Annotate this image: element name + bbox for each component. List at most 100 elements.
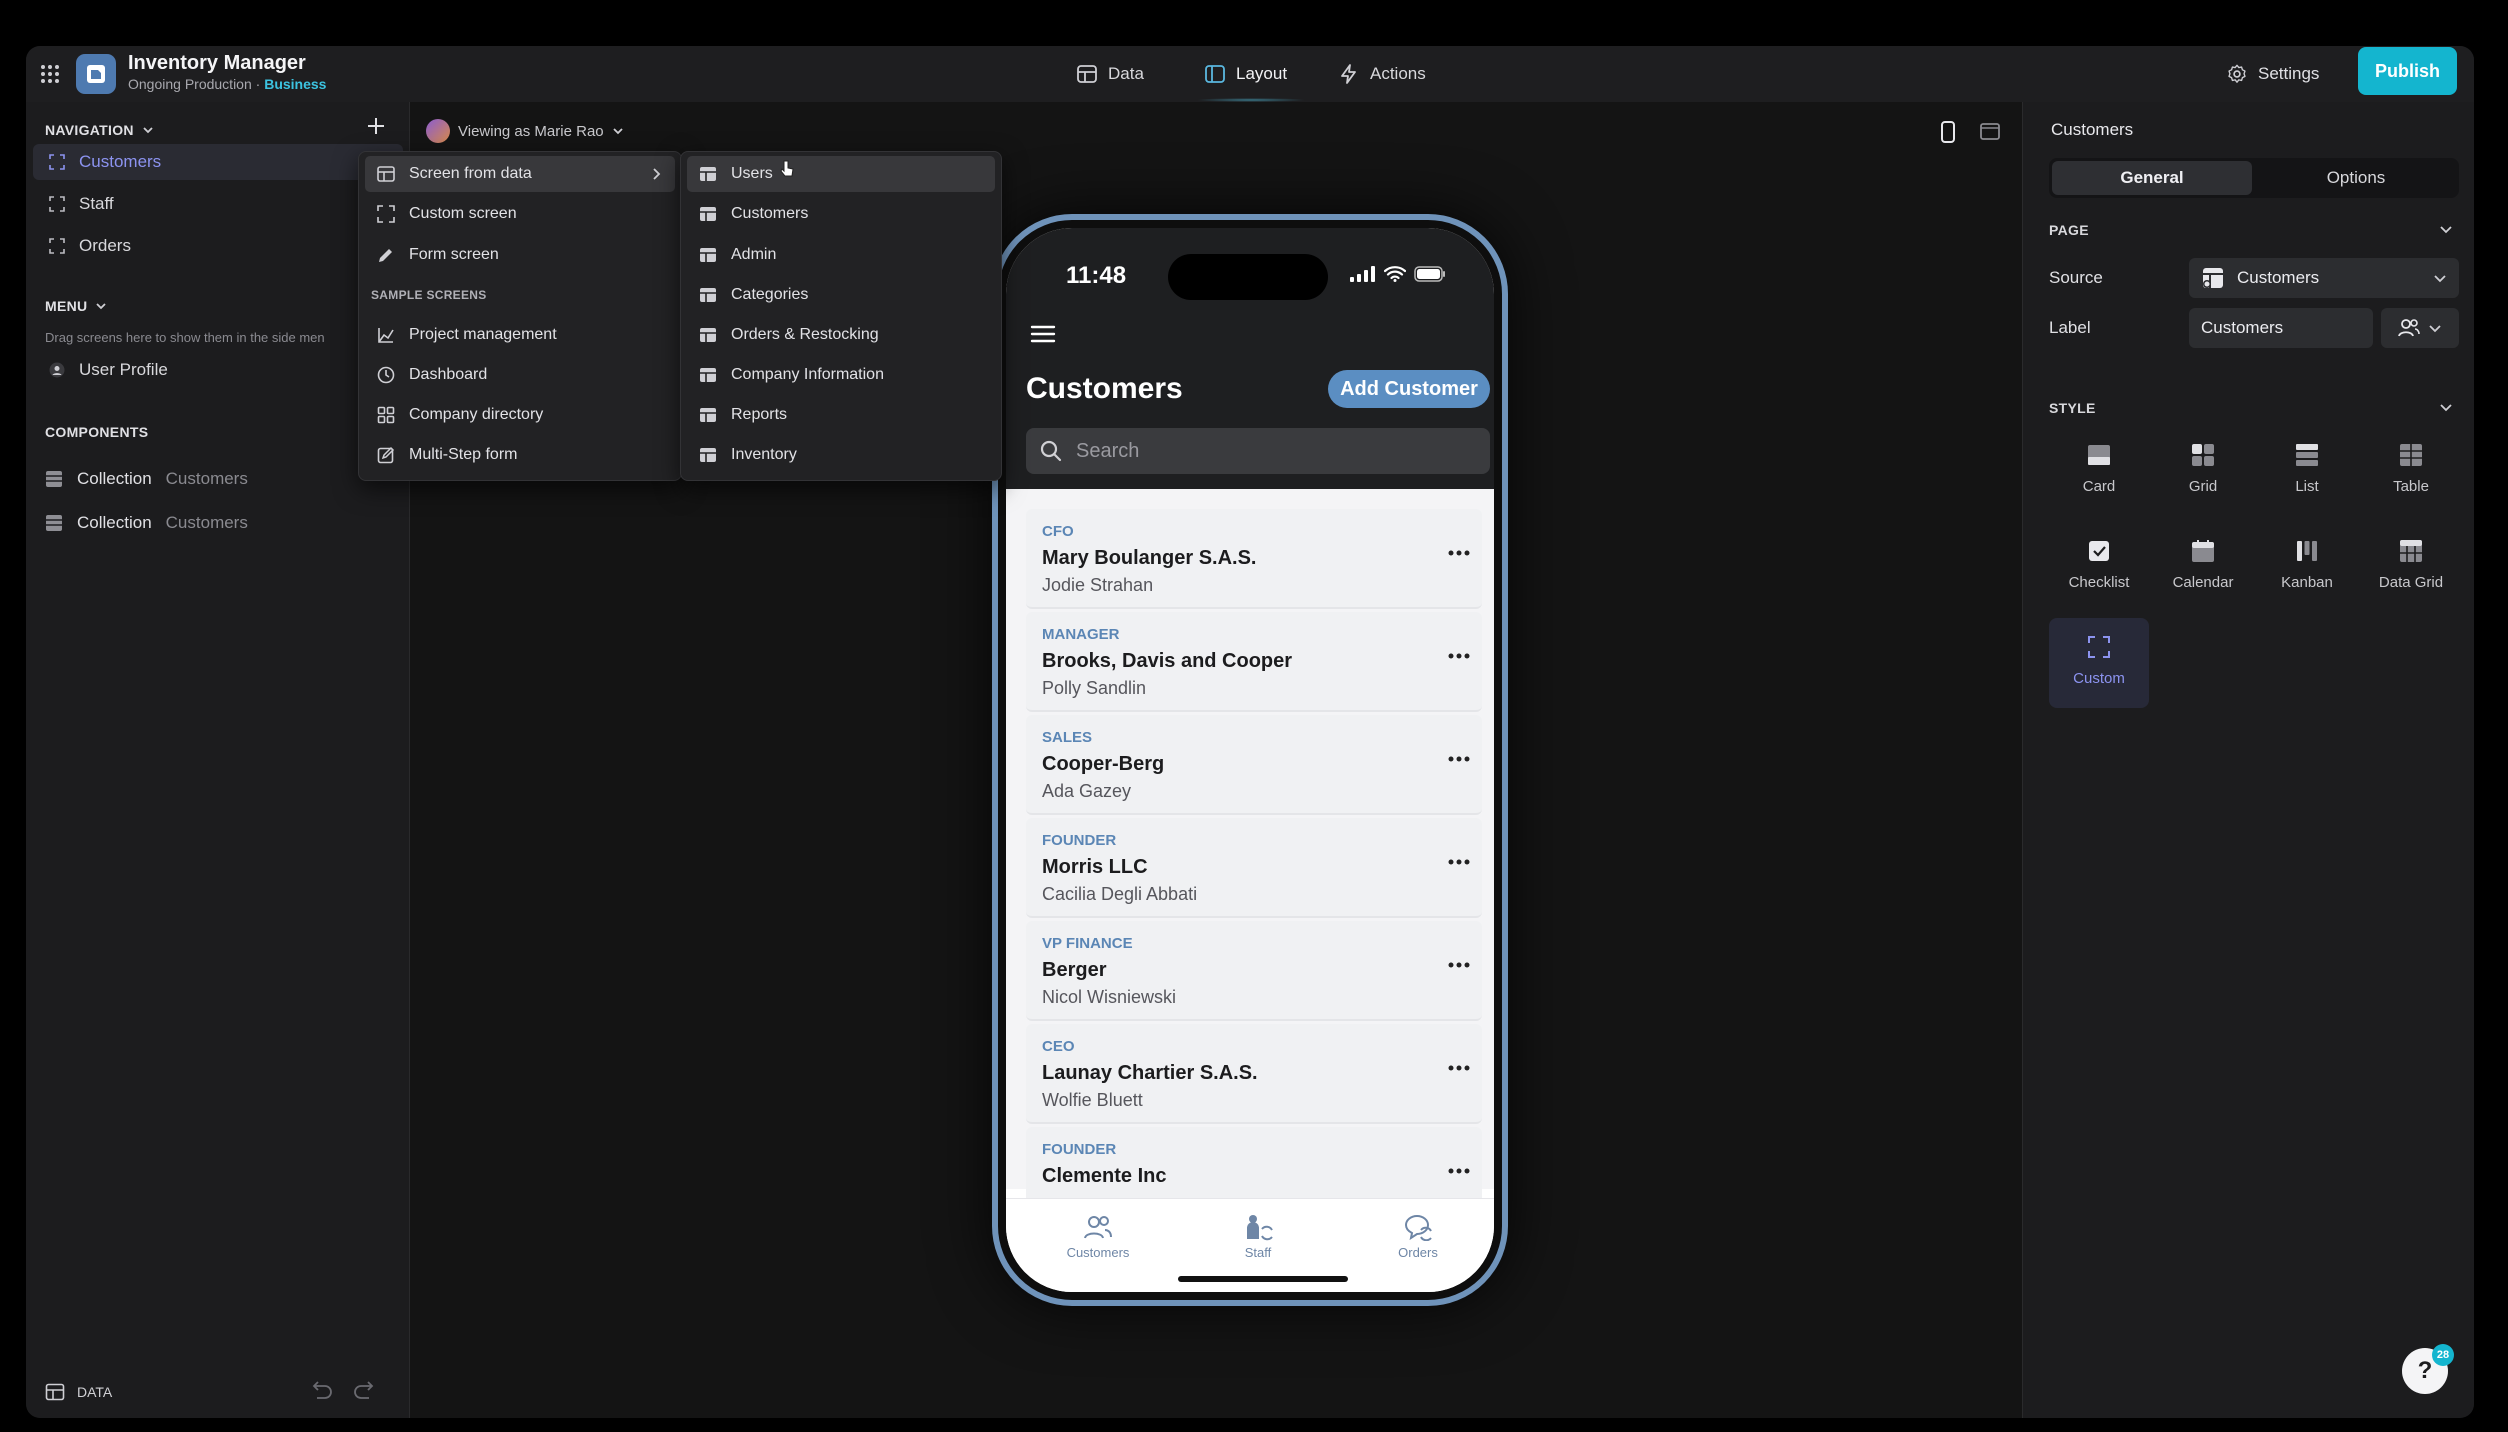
list-item[interactable]: MANAGER Brooks, Davis and Cooper Polly S… bbox=[1026, 612, 1482, 712]
menu-item-multi-step-form[interactable]: Multi-Step form bbox=[365, 437, 675, 473]
component-collection[interactable]: Collection Customers bbox=[45, 464, 248, 494]
source-value: Customers bbox=[2237, 268, 2320, 287]
menu-header[interactable]: MENU bbox=[45, 298, 107, 314]
phone-tab-staff[interactable]: Staff bbox=[1198, 1213, 1318, 1260]
submenu-item-customers[interactable]: Customers bbox=[687, 196, 995, 232]
navigation-header[interactable]: NAVIGATION bbox=[45, 122, 154, 138]
label-input[interactable]: Customers bbox=[2189, 308, 2373, 348]
style-custom[interactable]: Custom bbox=[2049, 618, 2149, 708]
app-name[interactable]: Inventory Manager bbox=[128, 52, 306, 75]
submenu-item-orders-restocking[interactable]: Orders & Restocking bbox=[687, 317, 995, 353]
tab-options[interactable]: Options bbox=[2256, 161, 2456, 195]
phone-tab-customers[interactable]: Customers bbox=[1038, 1213, 1158, 1260]
menu-item-screen-from-data[interactable]: Screen from data bbox=[365, 156, 675, 192]
phone-tab-orders[interactable]: Orders bbox=[1358, 1213, 1478, 1260]
device-toggle bbox=[1938, 120, 2002, 144]
more-icon[interactable] bbox=[1448, 652, 1470, 660]
phone-search-input[interactable]: Search bbox=[1026, 428, 1490, 474]
desktop-device-icon[interactable] bbox=[1978, 120, 2002, 144]
style-calendar[interactable]: Calendar bbox=[2153, 522, 2253, 612]
list-item[interactable]: VP FINANCE Berger Nicol Wisniewski bbox=[1026, 921, 1482, 1021]
tab-general[interactable]: General bbox=[2052, 161, 2252, 195]
more-icon[interactable] bbox=[1448, 858, 1470, 866]
menu-hint: Drag screens here to show them in the si… bbox=[45, 330, 325, 345]
nav-item-customers[interactable]: Customers bbox=[33, 144, 403, 180]
menu-item-custom-screen[interactable]: Custom screen bbox=[365, 196, 675, 232]
style-data-grid[interactable]: Data Grid bbox=[2361, 522, 2461, 612]
list-item[interactable]: SALES Cooper-Berg Ada Gazey bbox=[1026, 715, 1482, 815]
add-screen-button[interactable] bbox=[364, 114, 388, 138]
nav-item-orders[interactable]: Orders bbox=[33, 228, 403, 264]
customer-list: CFO Mary Boulanger S.A.S. Jodie Strahan … bbox=[1006, 489, 1494, 1227]
style-kanban[interactable]: Kanban bbox=[2257, 522, 2357, 612]
source-label: Source bbox=[2049, 268, 2103, 287]
style-table[interactable]: Table bbox=[2361, 426, 2461, 516]
more-icon[interactable] bbox=[1448, 755, 1470, 763]
more-icon[interactable] bbox=[1448, 961, 1470, 969]
nav-item-label: Orders bbox=[79, 236, 131, 255]
tab-actions[interactable]: Actions bbox=[1338, 56, 1426, 92]
submenu-item-reports[interactable]: Reports bbox=[687, 397, 995, 433]
add-customer-button[interactable]: Add Customer bbox=[1328, 370, 1490, 408]
menu-item-user-profile[interactable]: User Profile bbox=[33, 352, 403, 388]
status-time: 11:48 bbox=[1066, 262, 1127, 289]
menu-item-label: Screen from data bbox=[409, 165, 532, 182]
style-checklist[interactable]: Checklist bbox=[2049, 522, 2149, 612]
menu-item-label: Custom screen bbox=[409, 205, 517, 222]
publish-button[interactable]: Publish bbox=[2358, 47, 2457, 95]
label-icon-picker[interactable] bbox=[2381, 308, 2459, 348]
style-list[interactable]: List bbox=[2257, 426, 2357, 516]
phone-device-icon[interactable] bbox=[1938, 120, 1958, 144]
list-item[interactable]: FOUNDER Morris LLC Cacilia Degli Abbati bbox=[1026, 818, 1482, 918]
style-grid[interactable]: Grid bbox=[2153, 426, 2253, 516]
properties-panel: Customers General Options PAGE Source Cu… bbox=[2022, 102, 2474, 1418]
list-item-title: Cooper-Berg bbox=[1042, 753, 1165, 775]
more-icon[interactable] bbox=[1448, 549, 1470, 557]
source-select[interactable]: Customers bbox=[2189, 258, 2459, 298]
menu-item-company-directory[interactable]: Company directory bbox=[365, 397, 675, 433]
submenu-item-admin[interactable]: Admin bbox=[687, 237, 995, 273]
settings-button[interactable]: Settings bbox=[2226, 56, 2319, 92]
hamburger-menu-icon[interactable] bbox=[1030, 324, 1056, 344]
more-icon[interactable] bbox=[1448, 1064, 1470, 1072]
staff-icon bbox=[1247, 1215, 1273, 1241]
nav-item-staff[interactable]: Staff bbox=[33, 186, 403, 222]
app-logo[interactable] bbox=[76, 54, 116, 94]
menu-item-form-screen[interactable]: Form screen bbox=[365, 237, 675, 273]
style-card[interactable]: Card bbox=[2049, 426, 2149, 516]
more-icon[interactable] bbox=[1448, 1167, 1470, 1175]
table-icon bbox=[700, 288, 716, 302]
list-item-subtitle: Polly Sandlin bbox=[1042, 678, 1147, 698]
navigation-label: NAVIGATION bbox=[45, 122, 134, 138]
calendar-style-icon bbox=[2192, 540, 2214, 562]
data-footer-button[interactable]: DATA bbox=[45, 1382, 112, 1402]
label-label: Label bbox=[2049, 318, 2091, 337]
tab-layout[interactable]: Layout bbox=[1204, 56, 1287, 92]
list-item[interactable]: CFO Mary Boulanger S.A.S. Jodie Strahan bbox=[1026, 509, 1482, 609]
viewing-as-selector[interactable]: Viewing as Marie Rao bbox=[426, 118, 624, 144]
tab-actions-label: Actions bbox=[1370, 64, 1426, 83]
apps-grid-icon[interactable] bbox=[38, 62, 62, 86]
list-item-subtitle: Ada Gazey bbox=[1042, 781, 1132, 801]
chevron-down-icon[interactable] bbox=[2439, 400, 2453, 414]
submenu-item-inventory[interactable]: Inventory bbox=[687, 437, 995, 473]
menu-item-dashboard[interactable]: Dashboard bbox=[365, 357, 675, 393]
style-label: Card bbox=[2082, 478, 2116, 495]
submenu-item-categories[interactable]: Categories bbox=[687, 277, 995, 313]
submenu-item-users[interactable]: Users bbox=[687, 156, 995, 192]
search-placeholder: Search bbox=[1076, 439, 1140, 462]
submenu-item-company-information[interactable]: Company Information bbox=[687, 357, 995, 393]
list-item[interactable]: CEO Launay Chartier S.A.S. Wolfie Bluett bbox=[1026, 1024, 1482, 1124]
menu-item-label: Multi-Step form bbox=[409, 446, 518, 463]
menu-item-project-management[interactable]: Project management bbox=[365, 317, 675, 353]
redo-icon[interactable] bbox=[352, 1380, 378, 1400]
tab-data[interactable]: Data bbox=[1076, 56, 1144, 92]
submenu-item-label: Admin bbox=[731, 246, 777, 263]
component-collection[interactable]: Collection Customers bbox=[45, 508, 248, 538]
table-icon bbox=[45, 1383, 65, 1401]
list-item-subtitle: Cacilia Degli Abbati bbox=[1042, 884, 1198, 904]
chevron-down-icon[interactable] bbox=[2439, 222, 2453, 236]
submenu-item-label: Users bbox=[731, 165, 773, 182]
style-label: Checklist bbox=[2068, 574, 2130, 591]
undo-icon[interactable] bbox=[308, 1380, 334, 1400]
